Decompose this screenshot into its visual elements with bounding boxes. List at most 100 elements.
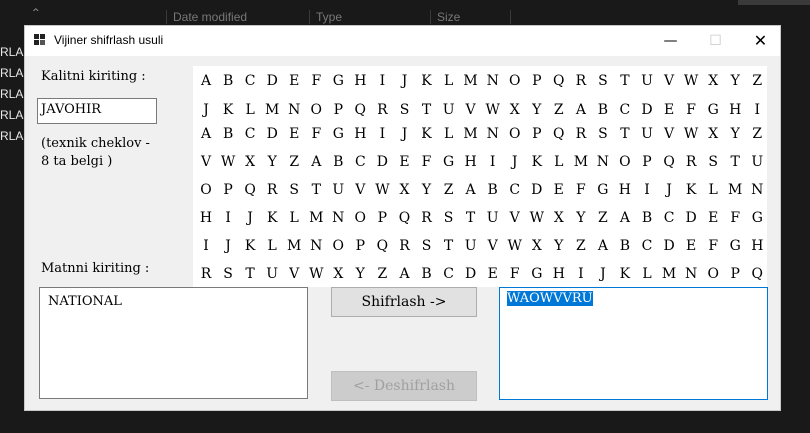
table-cell: Q: [751, 266, 764, 282]
table-cell: O: [354, 210, 367, 226]
table-cell: K: [222, 102, 234, 118]
table-cell: A: [465, 182, 476, 198]
collapse-chevron-icon[interactable]: ^: [32, 8, 40, 18]
table-cell: F: [730, 210, 741, 226]
table-cell: A: [311, 154, 322, 170]
encrypt-button[interactable]: Shifrlash ->: [331, 287, 477, 317]
plaintext-input[interactable]: NATIONAL: [39, 287, 308, 399]
table-cell: T: [620, 73, 630, 89]
table-cell: C: [354, 154, 366, 170]
table-cell: R: [575, 73, 587, 89]
table-cell: O: [707, 266, 719, 282]
key-note-line1: (texnik cheklov -: [41, 136, 150, 151]
table-cell: J: [225, 238, 231, 254]
table-cell: L: [289, 210, 299, 226]
column-header-date-modified[interactable]: Date modified: [166, 10, 313, 24]
column-header-size[interactable]: Size: [430, 10, 511, 24]
table-cell: X: [333, 266, 344, 282]
list-item[interactable]: RLAS: [0, 42, 26, 63]
table-cell: J: [247, 210, 253, 226]
table-cell: M: [309, 210, 324, 226]
list-item[interactable]: RLAS: [0, 105, 26, 126]
table-cell: W: [220, 154, 236, 170]
table-cell: H: [552, 266, 565, 282]
table-cell: G: [332, 126, 344, 142]
table-cell: A: [200, 73, 212, 89]
table-cell: U: [641, 126, 653, 142]
table-cell: M: [463, 126, 478, 142]
table-cell: C: [619, 102, 631, 118]
table-cell: R: [399, 238, 410, 254]
minimize-button[interactable]: —: [648, 26, 693, 56]
table-cell: B: [487, 182, 498, 198]
table-cell: W: [683, 73, 699, 89]
table-cell: Z: [752, 73, 763, 89]
table-cell: P: [333, 102, 343, 118]
table-cell: Z: [752, 126, 763, 142]
table-cell: O: [508, 126, 521, 142]
table-cell: C: [663, 210, 675, 226]
table-cell: U: [266, 266, 279, 282]
table-cell: S: [223, 266, 233, 282]
table-cell: O: [332, 238, 345, 254]
table-cell: J: [511, 154, 518, 170]
list-item[interactable]: RLAS: [0, 63, 26, 84]
column-header-type[interactable]: Type: [309, 10, 430, 24]
table-cell: N: [310, 238, 323, 254]
list-item[interactable]: RLAS: [0, 84, 26, 105]
table-cell: F: [311, 126, 322, 142]
title-bar[interactable]: Vijiner shifrlash usuli — ☐ ✕: [25, 26, 780, 56]
table-cell: C: [244, 73, 256, 89]
table-cell: G: [332, 73, 344, 89]
table-row: OPQRSTUVWXYZABCDEFGHIJKLMN: [193, 180, 767, 200]
table-cell: I: [754, 102, 761, 118]
table-cell: O: [200, 182, 212, 198]
table-cell: H: [199, 210, 213, 226]
background-scrollbar: [738, 0, 810, 5]
table-cell: P: [377, 210, 388, 226]
table-cell: H: [751, 238, 764, 254]
ciphertext-output[interactable]: WAOWVVRU: [499, 287, 768, 400]
table-cell: D: [376, 154, 388, 170]
table-cell: C: [641, 238, 653, 254]
table-cell: O: [310, 102, 323, 118]
table-cell: G: [531, 266, 543, 282]
table-cell: P: [642, 154, 652, 170]
table-cell: X: [245, 154, 256, 170]
table-cell: M: [728, 182, 743, 198]
table-cell: V: [355, 182, 366, 198]
table-cell: N: [751, 182, 764, 198]
table-cell: Y: [554, 238, 564, 254]
table-cell: V: [664, 73, 675, 89]
table-cell: J: [600, 266, 606, 282]
table-cell: L: [443, 73, 454, 89]
key-input[interactable]: JAVOHIR: [37, 98, 157, 124]
table-cell: N: [288, 102, 301, 118]
table-cell: Y: [730, 126, 740, 142]
table-cell: F: [311, 73, 322, 89]
table-cell: W: [529, 210, 544, 226]
table-cell: T: [443, 238, 454, 254]
table-cell: F: [708, 238, 719, 254]
list-item[interactable]: RLAS: [0, 126, 26, 147]
table-cell: L: [708, 182, 718, 198]
table-cell: Z: [443, 182, 454, 198]
table-cell: S: [598, 126, 608, 142]
table-cell: Q: [376, 238, 389, 254]
close-button[interactable]: ✕: [738, 26, 783, 56]
table-cell: F: [509, 266, 520, 282]
table-cell: B: [333, 154, 344, 170]
table-cell: D: [531, 182, 543, 198]
table-cell: S: [399, 102, 410, 118]
app-window-icon: [34, 34, 46, 46]
table-cell: L: [554, 154, 564, 170]
table-cell: H: [354, 73, 367, 89]
table-cell: Y: [576, 210, 586, 226]
table-cell: D: [663, 238, 675, 254]
table-cell: R: [421, 210, 432, 226]
table-cell: A: [619, 210, 630, 226]
table-cell: W: [507, 238, 522, 254]
table-cell: I: [225, 210, 231, 226]
table-cell: B: [222, 126, 234, 142]
table-cell: V: [509, 210, 520, 226]
